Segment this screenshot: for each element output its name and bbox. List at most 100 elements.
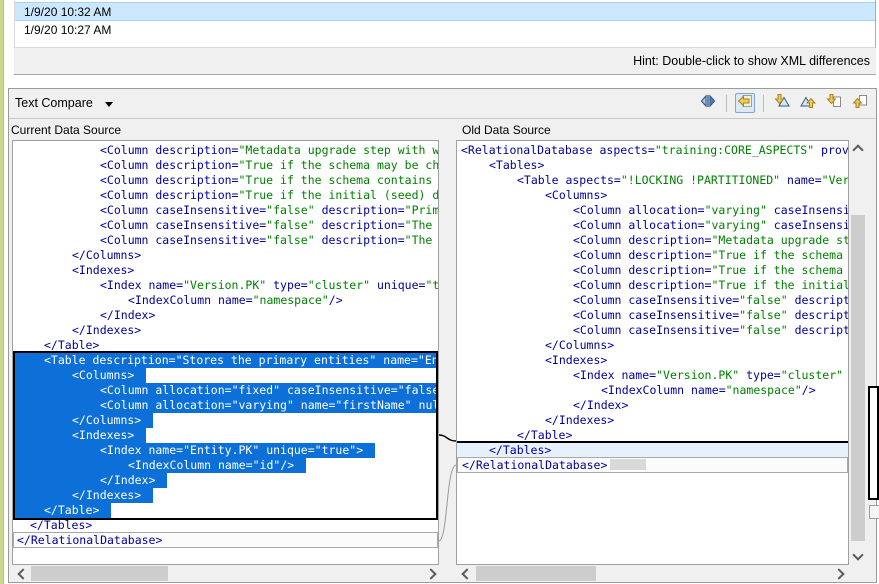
scroll-right-arrow[interactable] [833, 565, 848, 582]
code-line: <Column description="Metadata upgrade st… [13, 143, 438, 158]
compare-mode-dropdown[interactable]: Text Compare [15, 96, 93, 110]
previous-difference-button[interactable] [798, 93, 818, 113]
code-line: </RelationalDatabase> [457, 457, 848, 473]
previous-change-icon [852, 93, 868, 114]
code-line: <Column caseInsensitive="false" descript… [13, 218, 438, 233]
history-row[interactable]: 1/9/20 10:27 AM [15, 21, 875, 40]
code-line: <Column description="True if the initial… [13, 188, 438, 203]
horizontal-scrollbar-thumb[interactable] [31, 566, 168, 581]
code-line: </Indexes> [457, 413, 848, 428]
code-line: </Table> [457, 428, 848, 443]
code-line: <Columns> [457, 188, 848, 203]
code-line: </Index> [13, 473, 438, 488]
code-line: </Table> [13, 338, 438, 353]
code-line: <Column allocation="varying" name="first… [13, 398, 438, 413]
code-line: </Columns> [457, 338, 848, 353]
right-code-editor[interactable]: <RelationalDatabase aspects="training:CO… [456, 140, 849, 565]
code-line: <RelationalDatabase aspects="training:CO… [457, 143, 848, 158]
code-line: </Indexes> [13, 488, 438, 503]
toolbar-separator [763, 95, 764, 112]
code-line: <IndexColumn name="id"/> [13, 458, 438, 473]
code-line: <Tables> [457, 158, 848, 173]
next-difference-button[interactable] [772, 93, 792, 113]
copy-right-to-left-button[interactable] [735, 93, 755, 113]
code-line: </Columns> [13, 248, 438, 263]
code-line: <Column caseInsensitive="false" descript… [13, 233, 438, 248]
code-line: <Column allocation="varying" caseInsensi… [457, 203, 848, 218]
history-row[interactable]: 1/9/20 10:32 AM [15, 2, 875, 21]
vertical-scrollbar-thumb[interactable] [851, 215, 865, 541]
code-line: </Columns> [13, 413, 438, 428]
scroll-left-arrow[interactable] [458, 565, 473, 582]
code-line: </Index> [457, 398, 848, 413]
code-line: <Index name="Version.PK" type="cluster" … [13, 278, 438, 293]
code-line: </Tables> [13, 518, 438, 533]
code-line: <Index name="Entity.PK" unique="true"> [13, 443, 438, 458]
code-line: </Index> [13, 308, 438, 323]
overview-diff-marker[interactable] [868, 386, 879, 500]
code-line: <Columns> [13, 368, 438, 383]
code-line: <IndexColumn name="namespace"/> [457, 383, 848, 398]
compare-editor-window: 1/9/20 10:32 AM 1/9/20 10:27 AM Hint: Do… [0, 0, 879, 584]
horizontal-scrollbar-thumb[interactable] [476, 566, 596, 581]
code-line: </Indexes> [13, 323, 438, 338]
chevron-up-icon [852, 144, 863, 155]
bottom-scroll-area [9, 565, 876, 582]
code-line: <Column description="True if the schema … [457, 263, 848, 278]
next-change-button[interactable] [824, 93, 844, 113]
scroll-right-arrow[interactable] [425, 565, 440, 582]
code-line: <Index name="Version.PK" type="cluster" … [457, 368, 848, 383]
overview-ruler[interactable] [867, 140, 879, 565]
matched-range-stub [610, 459, 646, 470]
compare-content: <Column description="Metadata upgrade st… [9, 140, 876, 565]
swap-view-button[interactable] [698, 93, 718, 113]
code-line: <Column description="True if the schema … [13, 173, 438, 188]
chevron-down-icon [852, 549, 863, 560]
swap-view-icon [699, 93, 717, 114]
code-line: <Column description="True if the schema … [13, 158, 438, 173]
code-line: <Column allocation="varying" caseInsensi… [457, 218, 848, 233]
right-horizontal-scrollbar[interactable] [458, 565, 848, 582]
history-list[interactable]: 1/9/20 10:32 AM 1/9/20 10:27 AM [14, 0, 876, 48]
right-pane-title: Old Data Source [462, 123, 551, 137]
code-line: <Column description="Metadata upgrade st… [457, 233, 848, 248]
code-line: </Tables> [457, 443, 848, 458]
code-line: <Column caseInsensitive="false" descript… [13, 203, 438, 218]
chevron-right-icon [425, 568, 436, 579]
copy-left-arrow-icon [737, 93, 753, 114]
chevron-left-icon [461, 568, 472, 579]
hint-text: Hint: Double-click to show XML differenc… [14, 48, 876, 75]
left-horizontal-scrollbar[interactable] [14, 565, 440, 582]
code-line: <Column allocation="fixed" caseInsensiti… [13, 383, 438, 398]
previous-difference-icon [800, 93, 816, 114]
code-line: </Table> [13, 503, 438, 518]
code-line: <Table aspects="!LOCKING !PARTITIONED" n… [457, 173, 848, 188]
next-difference-icon [774, 93, 790, 114]
chevron-down-icon[interactable] [105, 102, 113, 107]
scroll-down-arrow[interactable] [850, 549, 866, 565]
code-line: <Indexes> [457, 353, 848, 368]
compare-toolbar: Text Compare [9, 89, 876, 119]
chevron-left-icon [17, 568, 28, 579]
code-line: <Column caseInsensitive="false" descript… [457, 308, 848, 323]
window-edge-strip [0, 0, 4, 584]
vertical-scrollbar[interactable] [850, 140, 866, 565]
code-line: <Column description="True if the schema … [457, 248, 848, 263]
chevron-right-icon [833, 568, 844, 579]
overview-match-marker[interactable] [869, 505, 879, 519]
code-line: <Column caseInsensitive="false" descript… [457, 293, 848, 308]
scroll-left-arrow[interactable] [14, 565, 29, 582]
left-code-editor[interactable]: <Column description="Metadata upgrade st… [12, 140, 439, 565]
toolbar-separator [726, 95, 727, 112]
scroll-up-arrow[interactable] [850, 140, 866, 156]
previous-change-button[interactable] [850, 93, 870, 113]
code-line: <Column caseInsensitive="false" descript… [457, 323, 848, 338]
left-pane-title: Current Data Source [11, 123, 121, 137]
next-change-icon [826, 93, 842, 114]
code-line: <Indexes> [13, 428, 438, 443]
code-line: <Table description="Stores the primary e… [13, 353, 438, 368]
code-line: <Column description="True if the initial… [457, 278, 848, 293]
compare-viewer: Text Compare [8, 88, 877, 583]
diff-connector-gutter [439, 140, 456, 565]
code-line: <Indexes> [13, 263, 438, 278]
